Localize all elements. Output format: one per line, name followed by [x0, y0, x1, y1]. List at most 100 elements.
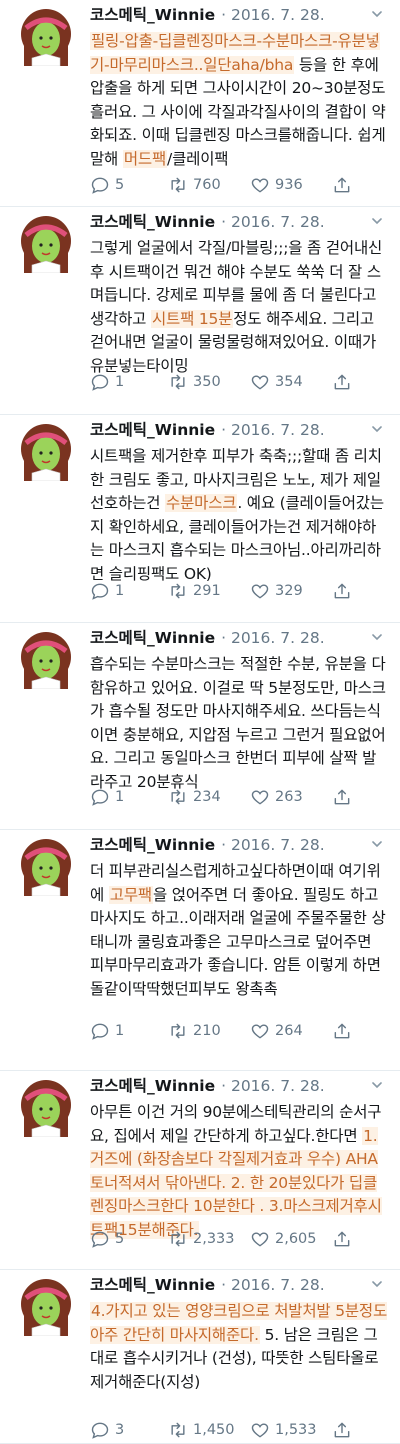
like-button[interactable]: 263 [250, 785, 303, 809]
retweet-icon [168, 1021, 193, 1041]
tweet-date[interactable]: · 2016. 7. 28. [221, 213, 325, 231]
chevron-down-icon[interactable] [370, 1276, 384, 1290]
author-name[interactable]: 코스메틱_Winnie [90, 629, 215, 647]
tweet[interactable]: 코스메틱_Winnie · 2016. 7. 28. 4.가지고 있는 영양크림으로… [0, 1270, 400, 1444]
tweet-date[interactable]: · 2016. 7. 28. [221, 1276, 325, 1294]
author-name[interactable]: 코스메틱_Winnie [90, 1276, 215, 1294]
chevron-down-icon[interactable] [370, 836, 384, 850]
author-name[interactable]: 코스메틱_Winnie [90, 213, 215, 231]
share-icon [332, 175, 357, 195]
reply-icon [90, 1229, 115, 1249]
retweet-button[interactable]: 234 [168, 785, 221, 809]
tweet-actions: 5 2,333 2,605 [90, 1227, 380, 1251]
heart-icon [250, 175, 275, 195]
tweet[interactable]: 코스메틱_Winnie · 2016. 7. 28. 그렇게 얼굴에서 각질/마블링… [0, 207, 400, 415]
like-button[interactable]: 936 [250, 173, 303, 197]
share-button[interactable] [332, 785, 357, 809]
reply-icon [90, 372, 115, 392]
share-button[interactable] [332, 1418, 357, 1442]
author-name[interactable]: 코스메틱_Winnie [90, 836, 215, 854]
share-button[interactable] [332, 1019, 357, 1043]
retweet-button[interactable]: 291 [168, 579, 221, 603]
like-count: 354 [275, 374, 303, 390]
share-button[interactable] [332, 579, 357, 603]
tweet-text: 4.가지고 있는 영양크림으로 처발처발 5분정도 아주 간단히 마사지해준다.… [90, 1300, 390, 1394]
retweet-icon [168, 1420, 193, 1440]
like-button[interactable]: 264 [250, 1019, 303, 1043]
avatar[interactable] [20, 8, 72, 67]
heart-icon [250, 581, 275, 601]
retweet-count: 291 [193, 583, 221, 599]
like-count: 329 [275, 583, 303, 599]
share-button[interactable] [332, 1227, 357, 1251]
retweet-icon [168, 1229, 193, 1249]
reply-count: 1 [115, 1023, 125, 1039]
tweet-actions: 1 291 329 [90, 579, 380, 603]
tweet-text: 아무튼 이건 거의 90분에스테틱관리의 순서구요, 집에서 제일 간단하게 하… [90, 1101, 390, 1242]
author-name[interactable]: 코스메틱_Winnie [90, 6, 215, 24]
reply-count: 5 [115, 177, 125, 193]
like-count: 264 [275, 1023, 303, 1039]
like-button[interactable]: 2,605 [250, 1227, 317, 1251]
share-icon [332, 787, 357, 807]
tweet[interactable]: 코스메틱_Winnie · 2016. 7. 28. 아무튼 이건 거의 90분에스… [0, 1071, 400, 1270]
tweet-header: 코스메틱_Winnie · 2016. 7. 28. [90, 4, 370, 26]
tweet-date[interactable]: · 2016. 7. 28. [221, 6, 325, 24]
tweet-actions: 1 234 263 [90, 785, 380, 809]
retweet-button[interactable]: 210 [168, 1019, 221, 1043]
retweet-button[interactable]: 760 [168, 173, 221, 197]
chevron-down-icon[interactable] [370, 213, 384, 227]
retweet-button[interactable]: 2,333 [168, 1227, 235, 1251]
avatar[interactable] [20, 215, 72, 274]
chevron-down-icon[interactable] [370, 6, 384, 20]
chevron-down-icon[interactable] [370, 629, 384, 643]
tweet[interactable]: 코스메틱_Winnie · 2016. 7. 28. 더 피부관리실스럽게하고싶다하… [0, 830, 400, 1071]
reply-button[interactable]: 5 [90, 1227, 124, 1251]
like-count: 936 [275, 177, 303, 193]
share-icon [332, 372, 357, 392]
reply-count: 3 [115, 1422, 125, 1438]
retweet-button[interactable]: 1,450 [168, 1418, 235, 1442]
chevron-down-icon[interactable] [370, 421, 384, 435]
tweet-header: 코스메틱_Winnie · 2016. 7. 28. [90, 1274, 370, 1296]
reply-button[interactable]: 1 [90, 579, 124, 603]
tweet-date[interactable]: · 2016. 7. 28. [221, 1077, 325, 1095]
reply-button[interactable]: 1 [90, 1019, 124, 1043]
tweet-date[interactable]: · 2016. 7. 28. [221, 421, 325, 439]
tweet-text: 흡수되는 수분마스크는 적절한 수분, 유분을 다 함유하고 있어요. 이걸로 … [90, 653, 390, 794]
avatar[interactable] [20, 838, 72, 897]
tweet[interactable]: 코스메틱_Winnie · 2016. 7. 28. 필링-압출-딥클렌징마스크-수… [0, 0, 400, 207]
retweet-count: 350 [193, 374, 221, 390]
retweet-count: 760 [193, 177, 221, 193]
reply-button[interactable]: 1 [90, 370, 124, 394]
author-name[interactable]: 코스메틱_Winnie [90, 1077, 215, 1095]
reply-button[interactable]: 5 [90, 173, 124, 197]
tweet-date[interactable]: · 2016. 7. 28. [221, 629, 325, 647]
reply-count: 1 [115, 374, 125, 390]
retweet-button[interactable]: 350 [168, 370, 221, 394]
reply-button[interactable]: 1 [90, 785, 124, 809]
highlighted-text: 머드팩 [122, 149, 168, 168]
avatar[interactable] [20, 1278, 72, 1337]
tweet[interactable]: 코스메틱_Winnie · 2016. 7. 28. 시트팩을 제거한후 피부가 축… [0, 415, 400, 623]
retweet-count: 234 [193, 789, 221, 805]
tweet-header: 코스메틱_Winnie · 2016. 7. 28. [90, 211, 370, 233]
tweet-date[interactable]: · 2016. 7. 28. [221, 836, 325, 854]
author-name[interactable]: 코스메틱_Winnie [90, 421, 215, 439]
share-button[interactable] [332, 370, 357, 394]
like-button[interactable]: 1,533 [250, 1418, 317, 1442]
text-segment: /클레이팩 [167, 149, 229, 168]
share-button[interactable] [332, 173, 357, 197]
tweet[interactable]: 코스메틱_Winnie · 2016. 7. 28. 흡수되는 수분마스크는 적절한… [0, 623, 400, 830]
retweet-count: 2,333 [193, 1231, 235, 1247]
reply-count: 1 [115, 789, 125, 805]
avatar[interactable] [20, 1079, 72, 1138]
reply-button[interactable]: 3 [90, 1418, 124, 1442]
avatar[interactable] [20, 631, 72, 690]
tweet-actions: 1 210 264 [90, 1019, 380, 1043]
chevron-down-icon[interactable] [370, 1077, 384, 1091]
like-button[interactable]: 329 [250, 579, 303, 603]
avatar[interactable] [20, 423, 72, 482]
tweet-actions: 3 1,450 1,533 [90, 1418, 380, 1442]
like-button[interactable]: 354 [250, 370, 303, 394]
